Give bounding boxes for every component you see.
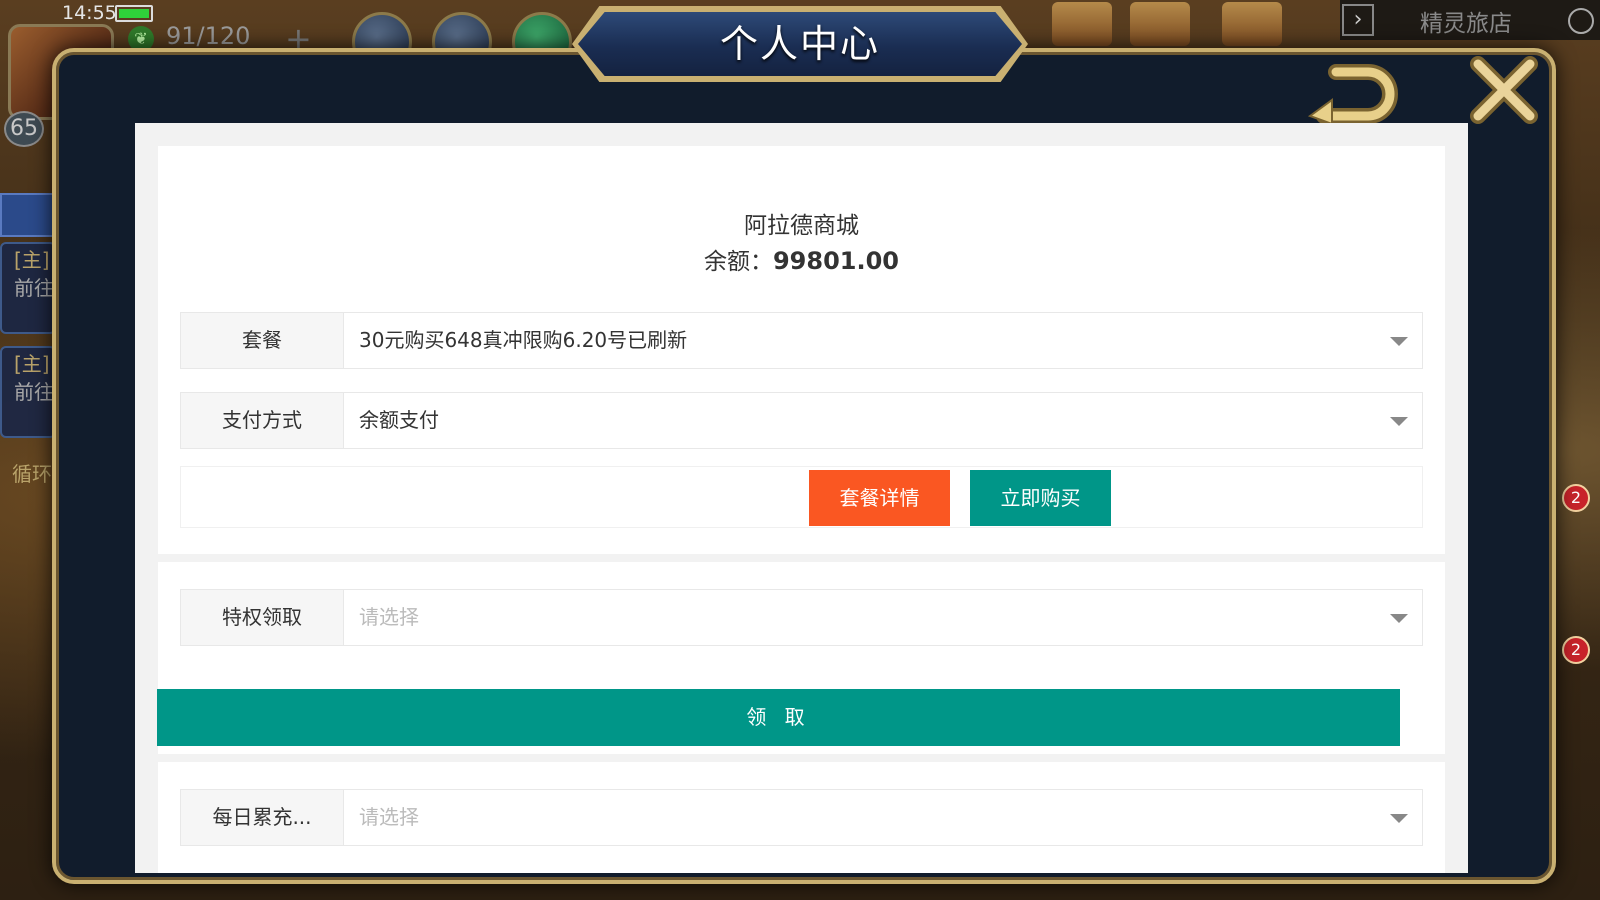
shop-name: 阿拉德商城 — [744, 213, 859, 239]
chevron-down-icon — [1390, 337, 1408, 346]
market-stall-icon[interactable] — [1130, 2, 1190, 46]
battery-icon — [115, 5, 153, 22]
payment-label: 支付方式 — [181, 393, 344, 448]
gift-icon[interactable] — [1222, 2, 1282, 46]
player-level-badge: 65 — [4, 111, 44, 147]
back-arrow-icon — [1307, 64, 1398, 126]
location-title: 精灵旅店 — [1420, 11, 1512, 37]
loop-quest-label: 循环 — [12, 462, 52, 486]
stamina-counter: 91/120 — [166, 22, 251, 50]
daily-recharge-placeholder: 请选择 — [359, 805, 419, 829]
balance-line: 余额：99801.00 — [158, 242, 1445, 276]
status-clock: 14:55 — [62, 2, 117, 24]
daily-recharge-label: 每日累充... — [181, 790, 344, 845]
privilege-label: 特权领取 — [181, 590, 344, 645]
payment-value: 余额支付 — [359, 408, 439, 432]
quest-tag: [主] — [14, 248, 50, 272]
package-select[interactable]: 套餐 30元购买648真冲限购6.20号已刷新 — [180, 312, 1423, 369]
chevron-down-icon — [1390, 417, 1408, 426]
expand-arrow-icon[interactable]: › — [1342, 4, 1374, 36]
privilege-placeholder: 请选择 — [359, 605, 419, 629]
purchase-card: 阿拉德商城 余额：99801.00 套餐 30元购买648真冲限购6.20号已刷… — [158, 146, 1445, 554]
chevron-down-icon — [1390, 814, 1408, 823]
notification-badge: 2 — [1562, 636, 1590, 664]
privilege-select[interactable]: 特权领取 请选择 — [180, 589, 1423, 646]
close-button[interactable] — [1470, 56, 1538, 124]
package-value: 30元购买648真冲限购6.20号已刷新 — [359, 328, 688, 352]
hammer-icon[interactable] — [1052, 2, 1112, 46]
quest-tracker-1[interactable]: [主] 前往 — [0, 242, 56, 334]
side-tab-sword[interactable] — [0, 193, 56, 237]
package-label: 套餐 — [181, 313, 344, 368]
chevron-down-icon — [1390, 614, 1408, 623]
search-icon[interactable] — [1568, 8, 1594, 34]
daily-recharge-select[interactable]: 每日累充... 请选择 — [180, 789, 1423, 846]
notification-badge: 2 — [1562, 484, 1590, 512]
payment-method-select[interactable]: 支付方式 余额支付 — [180, 392, 1423, 449]
close-x-icon — [1470, 56, 1538, 124]
action-button-row: 套餐详情 立即购买 — [180, 466, 1423, 528]
quest-sub: 前往 — [14, 380, 54, 404]
buy-now-button[interactable]: 立即购买 — [970, 470, 1111, 526]
package-details-button[interactable]: 套餐详情 — [809, 470, 950, 526]
balance-value: 99801.00 — [772, 247, 899, 275]
quest-tag: [主] — [14, 352, 50, 376]
modal-title: 个人中心 — [719, 22, 880, 66]
quest-tracker-2[interactable]: [主] 前往 — [0, 346, 56, 438]
quest-sub: 前往 — [14, 276, 54, 300]
back-button[interactable] — [1306, 64, 1398, 126]
claim-button[interactable]: 领 取 — [157, 689, 1400, 746]
daily-recharge-card: 每日累充... 请选择 — [158, 762, 1445, 873]
shop-webview: 阿拉德商城 余额：99801.00 套餐 30元购买648真冲限购6.20号已刷… — [135, 123, 1468, 873]
balance-label: 余额： — [703, 249, 773, 275]
